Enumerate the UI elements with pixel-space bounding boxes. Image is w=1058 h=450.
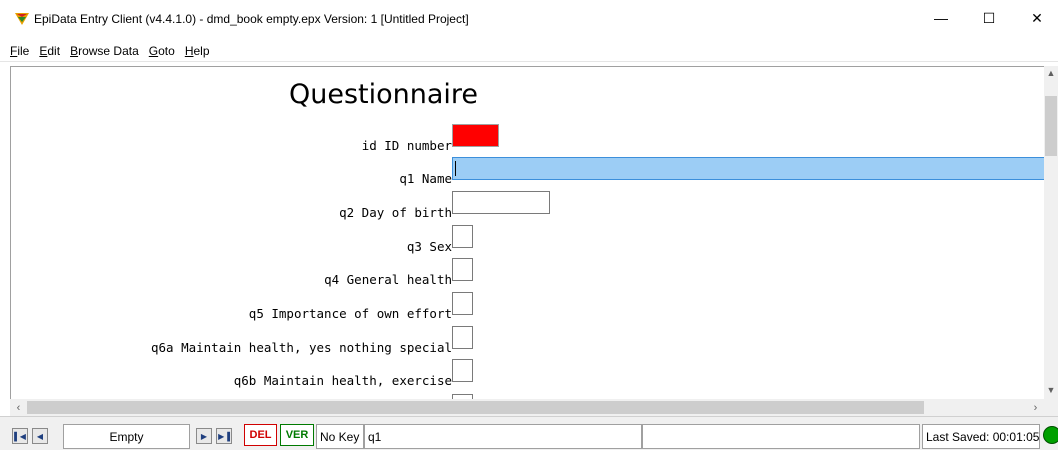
field-input-q5[interactable] (452, 292, 473, 315)
current-field-status: q1 (364, 424, 642, 449)
epidata-logo-icon (15, 13, 29, 25)
form-title: Questionnaire (289, 79, 479, 110)
minimize-button[interactable]: — (918, 0, 964, 36)
field-label-q1: q1 Name (399, 171, 452, 186)
menu-goto[interactable]: Goto (149, 44, 175, 58)
field-label-q6a: q6a Maintain health, yes nothing special (150, 340, 452, 355)
status-bar: ▌◀ ◀ Empty ▶ ▶▐ DEL VER No Key q1 Last S… (0, 416, 1058, 450)
title-bar: EpiData Entry Client (v4.4.1.0) - dmd_bo… (0, 0, 1058, 40)
last-record-icon: ▶▐ (218, 431, 230, 441)
field-input-q6b[interactable] (452, 359, 473, 382)
extra-status (642, 424, 920, 449)
field-label-q4: q4 General health (324, 272, 452, 287)
verify-record-button[interactable]: VER (280, 424, 314, 446)
field-input-id[interactable] (452, 124, 499, 147)
previous-record-button[interactable]: ◀ (32, 428, 48, 444)
scrollbar-corner (1044, 399, 1058, 416)
last-record-button[interactable]: ▶▐ (216, 428, 232, 444)
field-input-q2[interactable] (452, 191, 550, 214)
close-button[interactable]: ✕ (1014, 0, 1058, 36)
horizontal-scrollbar[interactable]: ‹ › (10, 399, 1044, 416)
first-record-icon: ▌◀ (14, 431, 26, 441)
vertical-scroll-thumb[interactable] (1045, 96, 1057, 156)
field-input-q3[interactable] (452, 225, 473, 248)
text-caret (455, 161, 456, 176)
record-indicator: Empty (63, 424, 190, 449)
vertical-scrollbar[interactable]: ▲ ▼ (1044, 66, 1058, 399)
scroll-down-icon[interactable]: ▼ (1044, 383, 1058, 397)
field-input-q4[interactable] (452, 258, 473, 281)
field-label-id: id ID number (361, 138, 452, 153)
menu-help[interactable]: Help (185, 44, 210, 58)
minimize-icon: — (934, 10, 948, 26)
previous-record-icon: ◀ (36, 431, 44, 441)
scroll-right-icon[interactable]: › (1027, 399, 1044, 416)
field-input-q1[interactable] (452, 157, 1046, 180)
key-status: No Key (316, 424, 364, 449)
maximize-button[interactable]: ☐ (966, 0, 1012, 36)
status-led-icon (1043, 426, 1058, 444)
first-record-button[interactable]: ▌◀ (12, 428, 28, 444)
scroll-up-icon[interactable]: ▲ (1044, 66, 1058, 80)
next-record-button[interactable]: ▶ (196, 428, 212, 444)
field-label-q2: q2 Day of birth (339, 205, 452, 220)
field-label-q5: q5 Importance of own effort (248, 306, 452, 321)
last-saved-status: Last Saved: 00:01:05 (922, 424, 1040, 449)
menu-browse-data[interactable]: Browse Data (70, 44, 139, 58)
menu-bar: File Edit Browse Data Goto Help (0, 40, 1058, 62)
maximize-icon: ☐ (982, 9, 996, 26)
menu-file[interactable]: File (10, 44, 29, 58)
field-label-q3: q3 Sex (406, 239, 452, 254)
field-label-q6b: q6b Maintain health, exercise (233, 373, 452, 388)
data-entry-form: Questionnaire id ID number q1 Name q2 Da… (10, 66, 1046, 399)
horizontal-scroll-thumb[interactable] (27, 401, 924, 414)
scroll-left-icon[interactable]: ‹ (10, 399, 27, 416)
field-input-q6a[interactable] (452, 326, 473, 349)
menu-edit[interactable]: Edit (39, 44, 60, 58)
window-title: EpiData Entry Client (v4.4.1.0) - dmd_bo… (34, 12, 469, 26)
next-record-icon: ▶ (200, 431, 208, 441)
delete-record-button[interactable]: DEL (244, 424, 277, 446)
close-icon: ✕ (1031, 9, 1043, 26)
